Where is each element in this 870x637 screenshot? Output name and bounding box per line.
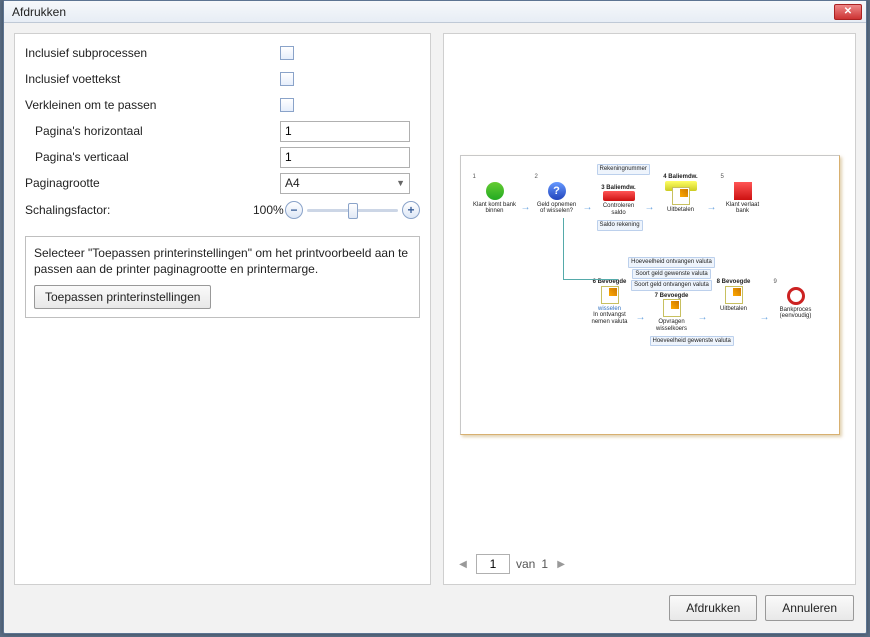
pager-prev-button[interactable]: ◀	[456, 557, 470, 571]
pages-v-input[interactable]	[280, 147, 410, 168]
subprocess-icon	[787, 287, 805, 305]
scale-value: 100%	[253, 203, 285, 217]
opt-shrink-to-fit-row: Verkleinen om te passen	[25, 94, 420, 116]
plus-icon: +	[407, 204, 414, 216]
diagram-row-bottom: 6 Bevoegde wisselen In ontvangst nemen v…	[588, 279, 827, 346]
opt-pages-v-row: Pagina's verticaal	[25, 146, 420, 168]
opt-include-subprocesses-row: Inclusief subprocessen	[25, 42, 420, 64]
cancel-button[interactable]: Annuleren	[765, 595, 854, 621]
pager-next-button[interactable]: ▶	[554, 557, 568, 571]
arrow-right-icon: →	[645, 202, 655, 213]
pages-h-label: Pagina's horizontaal	[25, 124, 280, 138]
close-button[interactable]: ✕	[834, 4, 862, 20]
zoom-in-button[interactable]: +	[402, 201, 420, 219]
pager-total: 1	[541, 557, 548, 571]
chevron-down-icon: ▼	[396, 178, 405, 188]
print-button[interactable]: Afdrukken	[669, 595, 757, 621]
include-subprocesses-label: Inclusief subprocessen	[25, 46, 280, 60]
diagram-node: 6 Bevoegde wisselen In ontvangst nemen v…	[588, 279, 632, 325]
arrow-right-icon: →	[636, 312, 646, 323]
task-icon	[603, 191, 635, 201]
preview-panel: 1 Klant komt bank binnen → 2 ? Geld opne…	[443, 33, 856, 585]
diagram-tag: Rekeningnummer	[597, 164, 650, 175]
arrow-right-icon: →	[707, 202, 717, 213]
start-icon	[486, 182, 504, 200]
edit-icon	[672, 187, 690, 205]
shrink-to-fit-checkbox[interactable]	[280, 98, 294, 112]
edit-icon	[663, 299, 681, 317]
print-dialog: Afdrukken ✕ Inclusief subprocessen Inclu…	[3, 0, 867, 634]
preview-page: 1 Klant komt bank binnen → 2 ? Geld opne…	[460, 155, 840, 435]
diagram-connector	[563, 218, 618, 280]
diagram-node: 1 Klant komt bank binnen	[473, 174, 517, 215]
opt-include-footer-row: Inclusief voettekst	[25, 68, 420, 90]
page-size-label: Paginagrootte	[25, 176, 280, 190]
dialog-body: Inclusief subprocessen Inclusief voettek…	[4, 23, 866, 585]
diagram-node: 9 Bankproces (eenvoudig)	[774, 279, 818, 320]
diagram-tag: Soort geld ontvangen valuta	[631, 280, 712, 291]
shrink-to-fit-label: Verkleinen om te passen	[25, 98, 280, 112]
apply-printer-settings-button[interactable]: Toepassen printerinstellingen	[34, 285, 211, 309]
pager-page-input[interactable]	[476, 554, 510, 574]
diagram-node: 5 Klant verlaat bank	[721, 174, 765, 215]
minus-icon: −	[290, 204, 297, 216]
diagram-tag: Hoeveelheid ontvangen valuta	[628, 257, 715, 268]
slider-thumb[interactable]	[348, 203, 358, 219]
diagram-row-top: 1 Klant komt bank binnen → 2 ? Geld opne…	[473, 174, 827, 231]
opt-pages-h-row: Pagina's horizontaal	[25, 120, 420, 142]
page-size-value: A4	[285, 176, 396, 190]
edit-icon	[725, 286, 743, 304]
pages-v-label: Pagina's verticaal	[25, 150, 280, 164]
diagram-tag: Hoeveelheid gewenste valuta	[650, 336, 734, 347]
diagram-node: Hoeveelheid ontvangen valuta Soort geld …	[650, 279, 694, 346]
chevron-left-icon: ◀	[459, 559, 467, 570]
printer-hint-box: Selecteer "Toepassen printerinstellingen…	[25, 236, 420, 318]
dialog-title: Afdrukken	[8, 5, 834, 19]
page-size-select[interactable]: A4 ▼	[280, 173, 410, 194]
question-icon: ?	[548, 182, 566, 200]
titlebar: Afdrukken ✕	[4, 1, 866, 23]
pager-of-label: van	[516, 557, 535, 571]
pager: ◀ van 1 ▶	[452, 548, 847, 576]
include-subprocesses-checkbox[interactable]	[280, 46, 294, 60]
arrow-right-icon: →	[760, 312, 770, 323]
pages-h-input[interactable]	[280, 121, 410, 142]
close-icon: ✕	[844, 7, 852, 17]
diagram-tag: Soort geld gewenste valuta	[632, 269, 710, 280]
printer-hint-text: Selecteer "Toepassen printerinstellingen…	[34, 245, 411, 277]
dialog-footer: Afdrukken Annuleren	[4, 585, 866, 633]
arrow-right-icon: →	[521, 202, 531, 213]
include-footer-checkbox[interactable]	[280, 72, 294, 86]
preview-area: 1 Klant komt bank binnen → 2 ? Geld opne…	[452, 42, 847, 548]
scale-slider[interactable]	[307, 201, 398, 219]
edit-icon	[601, 286, 619, 304]
include-footer-label: Inclusief voettekst	[25, 72, 280, 86]
zoom-out-button[interactable]: −	[285, 201, 303, 219]
diagram-node: 8 Bevoegde Uitbetalen	[712, 279, 756, 312]
opt-scale-row: Schalingsfactor: 100% − +	[25, 198, 420, 222]
arrow-right-icon: →	[698, 312, 708, 323]
diagram-node: 4 Baliemdw. Uitbetalen	[659, 174, 703, 213]
options-panel: Inclusief subprocessen Inclusief voettek…	[14, 33, 431, 585]
diagram-node: 2 ? Geld opnemen of wisselen?	[535, 174, 579, 215]
end-icon	[734, 182, 752, 200]
arrow-right-icon: →	[583, 202, 593, 213]
chevron-right-icon: ▶	[557, 559, 565, 570]
scale-label: Schalingsfactor:	[25, 203, 253, 217]
opt-page-size-row: Paginagrootte A4 ▼	[25, 172, 420, 194]
